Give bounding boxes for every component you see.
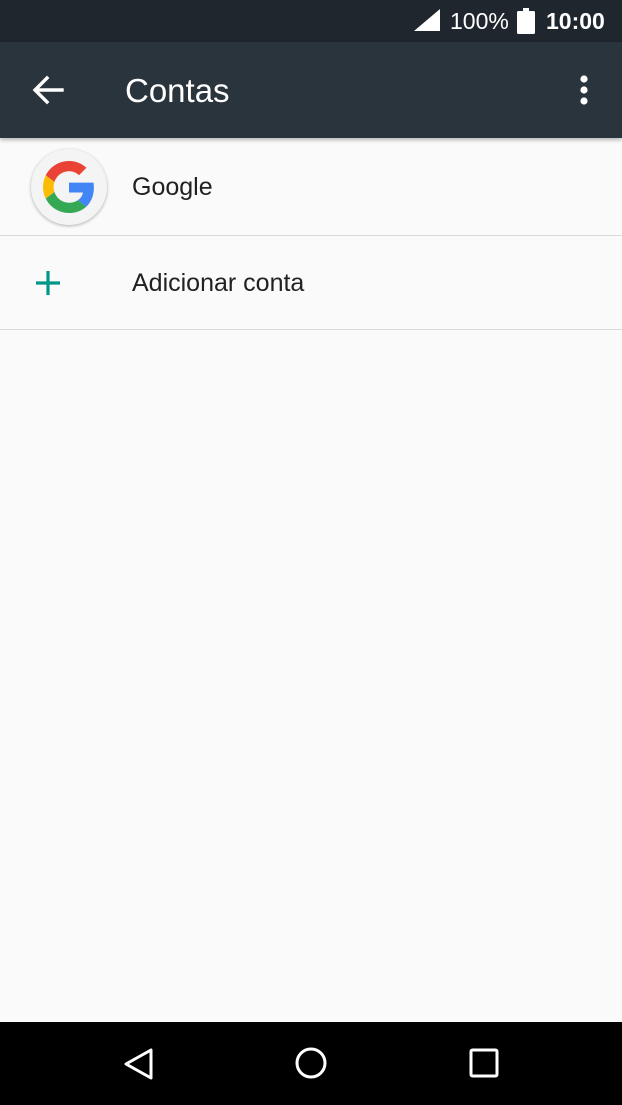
status-bar: 100% 10:00 <box>0 0 622 42</box>
nav-back-button[interactable] <box>114 1038 164 1088</box>
battery-icon <box>517 8 535 34</box>
back-button[interactable] <box>20 64 76 116</box>
back-arrow-icon <box>32 75 64 105</box>
nav-home-button[interactable] <box>286 1038 336 1088</box>
app-bar: Contas <box>0 42 622 138</box>
nav-recents-button[interactable] <box>459 1038 509 1088</box>
system-navigation-bar <box>0 1022 622 1105</box>
account-item-label: Google <box>132 173 213 201</box>
overflow-menu-button[interactable] <box>562 64 606 116</box>
back-triangle-icon <box>124 1048 153 1080</box>
plus-icon <box>36 271 60 295</box>
battery-percent: 100% <box>450 8 509 34</box>
signal-icon <box>414 9 440 31</box>
overflow-menu-icon <box>580 75 588 105</box>
google-account-avatar <box>31 149 107 225</box>
add-account-item[interactable]: Adicionar conta <box>0 236 622 330</box>
status-clock: 10:00 <box>546 8 605 34</box>
add-account-label: Adicionar conta <box>132 269 305 297</box>
home-circle-icon <box>295 1047 327 1079</box>
accounts-list: Google Adicionar conta <box>0 138 622 330</box>
recents-square-icon <box>469 1048 499 1078</box>
page-title: Contas <box>125 72 230 109</box>
account-item-google[interactable]: Google <box>0 138 622 236</box>
google-icon <box>43 161 94 213</box>
